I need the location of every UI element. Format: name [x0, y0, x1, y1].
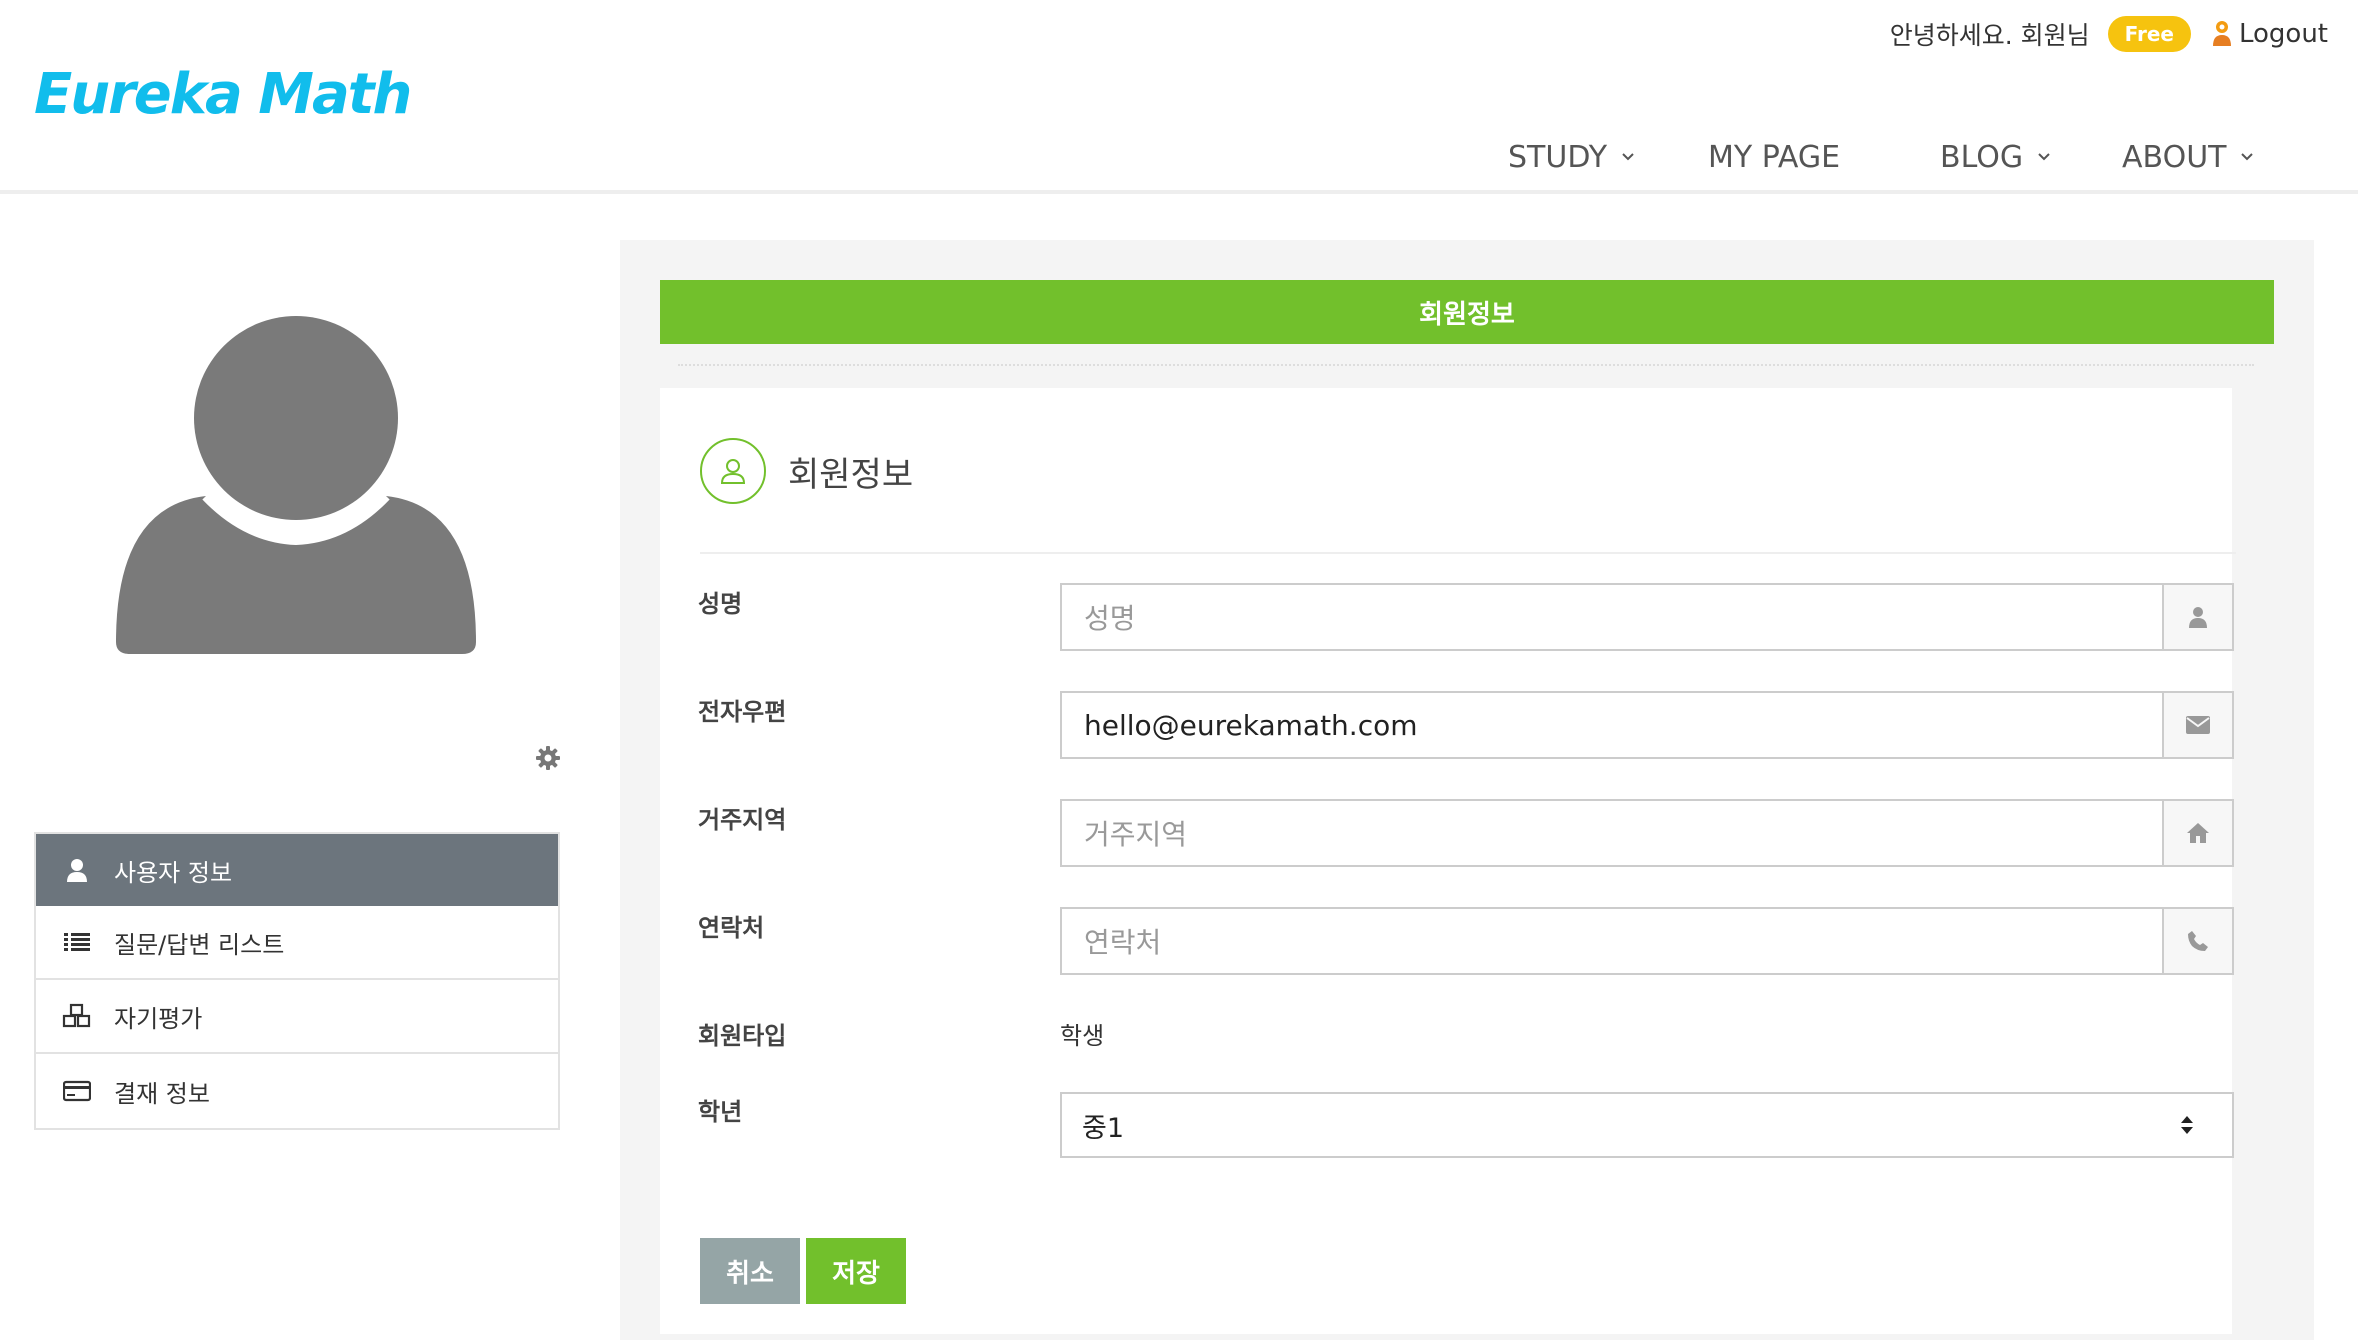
sidebar-item-label: 결재 정보: [114, 1079, 210, 1108]
member-type-value: 학생: [1060, 1022, 1105, 1050]
chevron-down-icon: [2038, 153, 2050, 161]
region-label: 거주지역: [698, 806, 787, 834]
credit-card-icon: [62, 1076, 92, 1106]
member-info-card: 회원정보 성명 성명 전자우편 hello@eurekamath.com 거주지…: [660, 388, 2236, 1334]
gear-icon[interactable]: [534, 744, 562, 772]
region-input[interactable]: 거주지역: [1062, 801, 2162, 865]
grade-select[interactable]: 중1: [1060, 1092, 2234, 1158]
top-user-bar: 안녕하세요. 회원님 Free Logout: [1890, 12, 2328, 56]
dotted-divider: [678, 364, 2254, 366]
sidebar-item-label: 자기평가: [114, 1004, 203, 1033]
phone-field[interactable]: 연락처: [1060, 907, 2234, 975]
sidebar-item-user-info[interactable]: 사용자 정보: [36, 834, 558, 906]
sidebar-item-payment-info[interactable]: 결재 정보: [36, 1054, 558, 1128]
nav-about[interactable]: ABOUT: [2122, 140, 2254, 175]
logout-link[interactable]: Logout: [2211, 19, 2328, 49]
key-user-icon: [2212, 21, 2231, 46]
nav-study[interactable]: STUDY: [1508, 140, 1635, 175]
name-input[interactable]: 성명: [1062, 585, 2162, 649]
member-type-label: 회원타입: [698, 1022, 787, 1050]
site-header: Eureka Math 안녕하세요. 회원님 Free Logout STUDY…: [0, 0, 2358, 194]
name-label: 성명: [698, 590, 743, 618]
save-button[interactable]: 저장: [806, 1238, 906, 1304]
nav-study-label: STUDY: [1508, 139, 1608, 175]
section-header: 회원정보: [700, 438, 913, 504]
avatar-placeholder-icon: [116, 316, 476, 654]
main-nav: STUDY MY PAGE BLOG ABOUT: [0, 132, 2358, 182]
name-field[interactable]: 성명: [1060, 583, 2234, 651]
logout-label: Logout: [2238, 19, 2328, 49]
grade-label: 학년: [698, 1098, 743, 1126]
email-input[interactable]: hello@eurekamath.com: [1062, 693, 2162, 757]
section-divider: [700, 552, 2236, 554]
nav-about-label: ABOUT: [2122, 139, 2227, 175]
phone-input[interactable]: 연락처: [1062, 909, 2162, 973]
nav-blog-label: BLOG: [1940, 139, 2024, 175]
sidebar-item-label: 사용자 정보: [114, 858, 233, 887]
cubes-icon: [62, 1001, 92, 1031]
envelope-icon: [2162, 693, 2232, 757]
phone-icon: [2162, 909, 2232, 973]
nav-blog[interactable]: BLOG: [1940, 140, 2051, 175]
home-icon: [2162, 801, 2232, 865]
plan-badge: Free: [2107, 16, 2191, 52]
section-title: 회원정보: [788, 454, 914, 495]
user-icon: [62, 855, 92, 885]
nav-my-page-label: MY PAGE: [1708, 139, 1841, 175]
nav-my-page[interactable]: MY PAGE: [1708, 140, 1840, 175]
chevron-down-icon: [2241, 153, 2254, 161]
email-field[interactable]: hello@eurekamath.com: [1060, 691, 2234, 759]
greeting-text: 안녕하세요. 회원님: [1889, 21, 2090, 50]
sidebar-menu: 사용자 정보 질문/답변 리스트 자기평가 결재 정보: [34, 832, 560, 1130]
page-banner: 회원정보: [660, 280, 2274, 344]
chevron-down-icon: [1622, 153, 1634, 161]
region-field[interactable]: 거주지역: [1060, 799, 2234, 867]
email-label: 전자우편: [698, 698, 787, 726]
sidebar-item-label: 질문/답변 리스트: [114, 930, 285, 959]
select-arrows-icon: [2181, 1116, 2193, 1134]
user-icon: [2162, 585, 2232, 649]
cancel-button[interactable]: 취소: [700, 1238, 800, 1304]
grade-selected-value: 중1: [1082, 1112, 1125, 1144]
user-circle-icon: [700, 438, 766, 504]
sidebar-item-self-assessment[interactable]: 자기평가: [36, 980, 558, 1054]
list-icon: [62, 927, 92, 957]
sidebar-item-qna-list[interactable]: 질문/답변 리스트: [36, 906, 558, 980]
phone-label: 연락처: [698, 914, 765, 942]
logo[interactable]: Eureka Math: [34, 62, 412, 127]
